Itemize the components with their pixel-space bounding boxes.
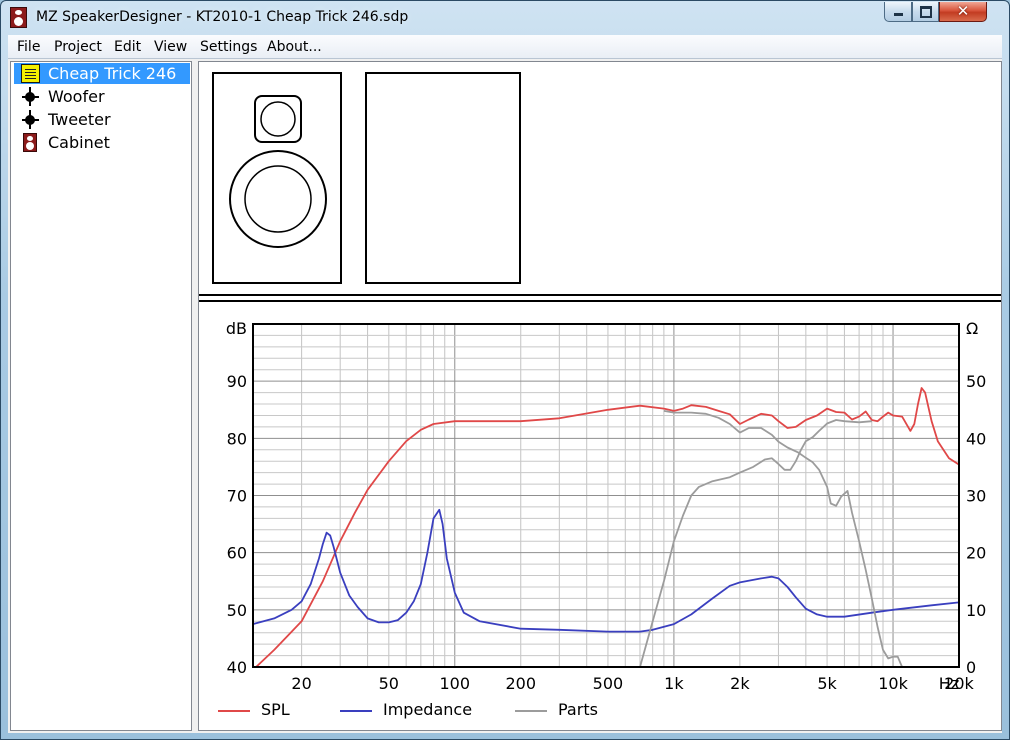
x-tick-label: 2k — [730, 674, 750, 693]
tree-item-tweeter[interactable]: Tweeter — [14, 109, 190, 130]
driver-layout-drawing — [229, 95, 327, 248]
x-tick-label: 50 — [379, 674, 399, 693]
tweeter-dome — [260, 101, 296, 137]
tree-item-woofer[interactable]: Woofer — [14, 86, 190, 107]
maximize-button[interactable] — [912, 2, 939, 22]
tree-item-project[interactable]: Cheap Trick 246 — [14, 63, 190, 84]
menu-settings[interactable]: Settings — [200, 39, 257, 55]
y-tick-label-left: 50 — [227, 601, 247, 620]
x-tick-label: 200 — [505, 674, 536, 693]
y-tick-label-left: 70 — [227, 487, 247, 506]
cabinet-icon — [23, 133, 37, 152]
cabinet-side[interactable] — [365, 72, 521, 284]
y-axis-unit-right: Ω — [966, 319, 978, 338]
speaker-icon[interactable] — [10, 7, 27, 28]
y-axis-unit-left: dB — [226, 319, 247, 338]
y-tick-label-right: 40 — [966, 429, 986, 448]
menu-view[interactable]: View — [154, 39, 187, 55]
menu-about[interactable]: About... — [267, 39, 322, 55]
frequency-response-graph: 40 50 60 70 80 90 dB 0 10 20 30 40 50 Ω 20 50 100 200 500 1… — [199, 302, 1001, 730]
y-tick-label-left: 40 — [227, 658, 247, 677]
y-tick-label-right: 10 — [966, 601, 986, 620]
title-bar[interactable]: MZ SpeakerDesigner - KT2010-1 Cheap Tric… — [1, 1, 1009, 34]
y-tick-label-right: 30 — [966, 487, 986, 506]
legend-label-parts: Parts — [558, 700, 598, 719]
driver-icon — [21, 87, 40, 106]
legend-swatch-parts — [515, 710, 547, 712]
x-tick-label: 5k — [817, 674, 837, 693]
menu-file[interactable]: File — [17, 39, 40, 55]
response-chart: 405060708090dB01020304050Ω20 50 100 200 500 1… — [226, 319, 987, 693]
legend-label-impedance: Impedance — [383, 700, 473, 719]
menu-project[interactable]: Project — [54, 39, 102, 55]
y-tick-label-left: 60 — [227, 544, 247, 563]
close-button[interactable]: ✕ — [939, 2, 987, 22]
woofer-cone — [244, 165, 312, 233]
close-icon: ✕ — [956, 2, 970, 20]
legend-swatch-spl — [218, 710, 250, 712]
tree-item-label: Cheap Trick 246 — [48, 64, 177, 83]
tree-item-label: Woofer — [48, 87, 105, 106]
menu-edit[interactable]: Edit — [114, 39, 141, 55]
legend-swatch-impedance — [340, 710, 372, 712]
tweeter-frame — [254, 95, 302, 143]
project-tree[interactable]: Cheap Trick 246 Woofer Tweeter Cabinet — [10, 61, 192, 731]
x-tick-label: 1k — [664, 674, 684, 693]
driver-icon — [21, 110, 40, 129]
legend-label-spl: SPL — [261, 700, 290, 719]
x-tick-label: 10k — [878, 674, 908, 693]
x-tick-label: 20 — [291, 674, 311, 693]
minimize-icon — [893, 13, 903, 16]
x-axis-unit: Hz — [939, 674, 959, 693]
tree-item-label: Cabinet — [48, 133, 110, 152]
cabinet-view — [199, 62, 1001, 294]
tree-item-label: Tweeter — [48, 110, 111, 129]
project-icon — [21, 64, 40, 83]
y-tick-label-right: 50 — [966, 372, 986, 391]
horizontal-splitter[interactable] — [199, 294, 1001, 302]
design-pane: 40 50 60 70 80 90 dB 0 10 20 30 40 50 Ω 20 50 100 200 500 1… — [198, 61, 1002, 731]
y-tick-label-left: 80 — [227, 429, 247, 448]
maximize-icon — [919, 5, 932, 18]
menu-bar: File Project Edit View Settings About... — [8, 35, 1002, 59]
x-tick-label: 100 — [440, 674, 471, 693]
tree-item-cabinet[interactable]: Cabinet — [14, 132, 190, 153]
y-tick-label-left: 90 — [227, 372, 247, 391]
minimize-button[interactable] — [884, 2, 912, 22]
window-title: MZ SpeakerDesigner - KT2010-1 Cheap Tric… — [36, 9, 409, 25]
x-tick-label: 500 — [593, 674, 624, 693]
cabinet-front[interactable] — [212, 72, 342, 284]
y-tick-label-right: 20 — [966, 544, 986, 563]
client-area: Cheap Trick 246 Woofer Tweeter Cabinet 4… — [8, 59, 1002, 733]
series-line-parts — [639, 419, 872, 667]
app-window: MZ SpeakerDesigner - KT2010-1 Cheap Tric… — [0, 0, 1010, 740]
